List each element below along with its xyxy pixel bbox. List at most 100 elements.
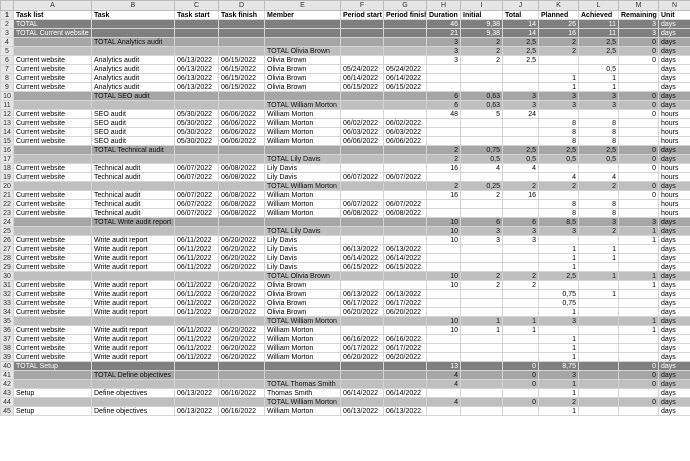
cell-m11[interactable]: 0 xyxy=(618,100,659,110)
cell-a25[interactable] xyxy=(13,226,92,236)
cell-h34[interactable] xyxy=(426,307,461,317)
cell-m14[interactable] xyxy=(618,127,659,137)
cell-i12[interactable]: 5 xyxy=(460,109,503,119)
cell-k25[interactable]: 3 xyxy=(538,226,579,236)
cell-b26[interactable]: Write audit report xyxy=(91,235,175,245)
column-header-g[interactable]: G xyxy=(383,0,427,11)
cell-h4[interactable]: 3 xyxy=(426,37,461,47)
column-header-d[interactable]: D xyxy=(218,0,265,11)
cell-n14[interactable]: hours xyxy=(658,127,690,137)
cell-f17[interactable] xyxy=(340,154,384,164)
cell-k6[interactable] xyxy=(538,55,579,65)
row-header[interactable]: 5 xyxy=(0,46,14,56)
cell-k41[interactable]: 3 xyxy=(538,370,579,380)
cell-h2[interactable]: 46 xyxy=(426,19,461,29)
cell-h5[interactable]: 3 xyxy=(426,46,461,56)
cell-k37[interactable]: 1 xyxy=(538,334,579,344)
cell-m35[interactable]: 1 xyxy=(618,316,659,326)
cell-h17[interactable]: 2 xyxy=(426,154,461,164)
cell-f3[interactable] xyxy=(340,28,384,38)
cell-n1[interactable]: Unit xyxy=(658,10,690,20)
row-header[interactable]: 20 xyxy=(0,181,14,191)
cell-h15[interactable] xyxy=(426,136,461,146)
cell-i4[interactable]: 2 xyxy=(460,37,503,47)
cell-i41[interactable] xyxy=(460,370,503,380)
cell-j17[interactable]: 0,5 xyxy=(502,154,539,164)
cell-f43[interactable]: 06/14/2022 xyxy=(340,388,384,398)
cell-c35[interactable] xyxy=(174,316,219,326)
cell-d4[interactable] xyxy=(218,37,265,47)
cell-i42[interactable] xyxy=(460,379,503,389)
cell-a41[interactable] xyxy=(13,370,92,380)
cell-a21[interactable]: Current website xyxy=(13,190,92,200)
cell-h1[interactable]: Duration xyxy=(426,10,461,20)
cell-b12[interactable]: SEO audit xyxy=(91,109,175,119)
cell-f12[interactable] xyxy=(340,109,384,119)
cell-g15[interactable]: 06/06/2022 xyxy=(383,136,427,146)
cell-g26[interactable] xyxy=(383,235,427,245)
cell-b7[interactable]: Analytics audit xyxy=(91,64,175,74)
cell-k7[interactable] xyxy=(538,64,579,74)
cell-j34[interactable] xyxy=(502,307,539,317)
cell-g24[interactable] xyxy=(383,217,427,227)
cell-f29[interactable]: 06/15/2022 xyxy=(340,262,384,272)
cell-m38[interactable] xyxy=(618,343,659,353)
cell-l41[interactable] xyxy=(578,370,619,380)
cell-f40[interactable] xyxy=(340,361,384,371)
cell-h22[interactable] xyxy=(426,199,461,209)
cell-a40[interactable]: TOTAL Setup xyxy=(13,361,92,371)
cell-j28[interactable] xyxy=(502,253,539,263)
cell-g16[interactable] xyxy=(383,145,427,155)
cell-i35[interactable]: 1 xyxy=(460,316,503,326)
cell-k14[interactable]: 8 xyxy=(538,127,579,137)
cell-j8[interactable] xyxy=(502,73,539,83)
cell-m25[interactable]: 1 xyxy=(618,226,659,236)
cell-k24[interactable]: 8,5 xyxy=(538,217,579,227)
cell-i10[interactable]: 0,63 xyxy=(460,91,503,101)
cell-g39[interactable]: 06/20/2022 xyxy=(383,352,427,362)
cell-b1[interactable]: Task xyxy=(91,10,175,20)
cell-e10[interactable] xyxy=(264,91,341,101)
cell-l39[interactable] xyxy=(578,352,619,362)
cell-n13[interactable]: hours xyxy=(658,118,690,128)
column-header-l[interactable]: L xyxy=(578,0,619,11)
cell-e5[interactable]: TOTAL Olivia Brown xyxy=(264,46,341,56)
cell-a36[interactable]: Current website xyxy=(13,325,92,335)
cell-l38[interactable] xyxy=(578,343,619,353)
cell-k31[interactable] xyxy=(538,280,579,290)
cell-e2[interactable] xyxy=(264,19,341,29)
cell-d9[interactable]: 06/15/2022 xyxy=(218,82,265,92)
cell-k3[interactable]: 16 xyxy=(538,28,579,38)
cell-j9[interactable] xyxy=(502,82,539,92)
cell-f1[interactable]: Period start xyxy=(340,10,384,20)
cell-h23[interactable] xyxy=(426,208,461,218)
row-header[interactable]: 21 xyxy=(0,190,14,200)
cell-a18[interactable]: Current website xyxy=(13,163,92,173)
cell-b38[interactable]: Write audit report xyxy=(91,343,175,353)
cell-d41[interactable] xyxy=(218,370,265,380)
cell-l14[interactable]: 8 xyxy=(578,127,619,137)
cell-i39[interactable] xyxy=(460,352,503,362)
cell-k42[interactable]: 1 xyxy=(538,379,579,389)
cell-f24[interactable] xyxy=(340,217,384,227)
cell-a30[interactable] xyxy=(13,271,92,281)
cell-d12[interactable]: 06/06/2022 xyxy=(218,109,265,119)
cell-n23[interactable]: hours xyxy=(658,208,690,218)
cell-d1[interactable]: Task finish xyxy=(218,10,265,20)
cell-m29[interactable] xyxy=(618,262,659,272)
cell-e37[interactable]: William Morton xyxy=(264,334,341,344)
cell-b33[interactable]: Write audit report xyxy=(91,298,175,308)
cell-f20[interactable] xyxy=(340,181,384,191)
cell-n20[interactable]: days xyxy=(658,181,690,191)
cell-j3[interactable]: 14 xyxy=(502,28,539,38)
cell-j33[interactable] xyxy=(502,298,539,308)
cell-j23[interactable] xyxy=(502,208,539,218)
cell-e21[interactable]: William Morton xyxy=(264,190,341,200)
cell-k8[interactable]: 1 xyxy=(538,73,579,83)
cell-n21[interactable]: hours xyxy=(658,190,690,200)
cell-d21[interactable]: 06/08/2022 xyxy=(218,190,265,200)
cell-b4[interactable]: TOTAL Analytics audit xyxy=(91,37,175,47)
cell-l44[interactable] xyxy=(578,397,619,407)
cell-b43[interactable]: Define objectives xyxy=(91,388,175,398)
row-header[interactable]: 40 xyxy=(0,361,14,371)
